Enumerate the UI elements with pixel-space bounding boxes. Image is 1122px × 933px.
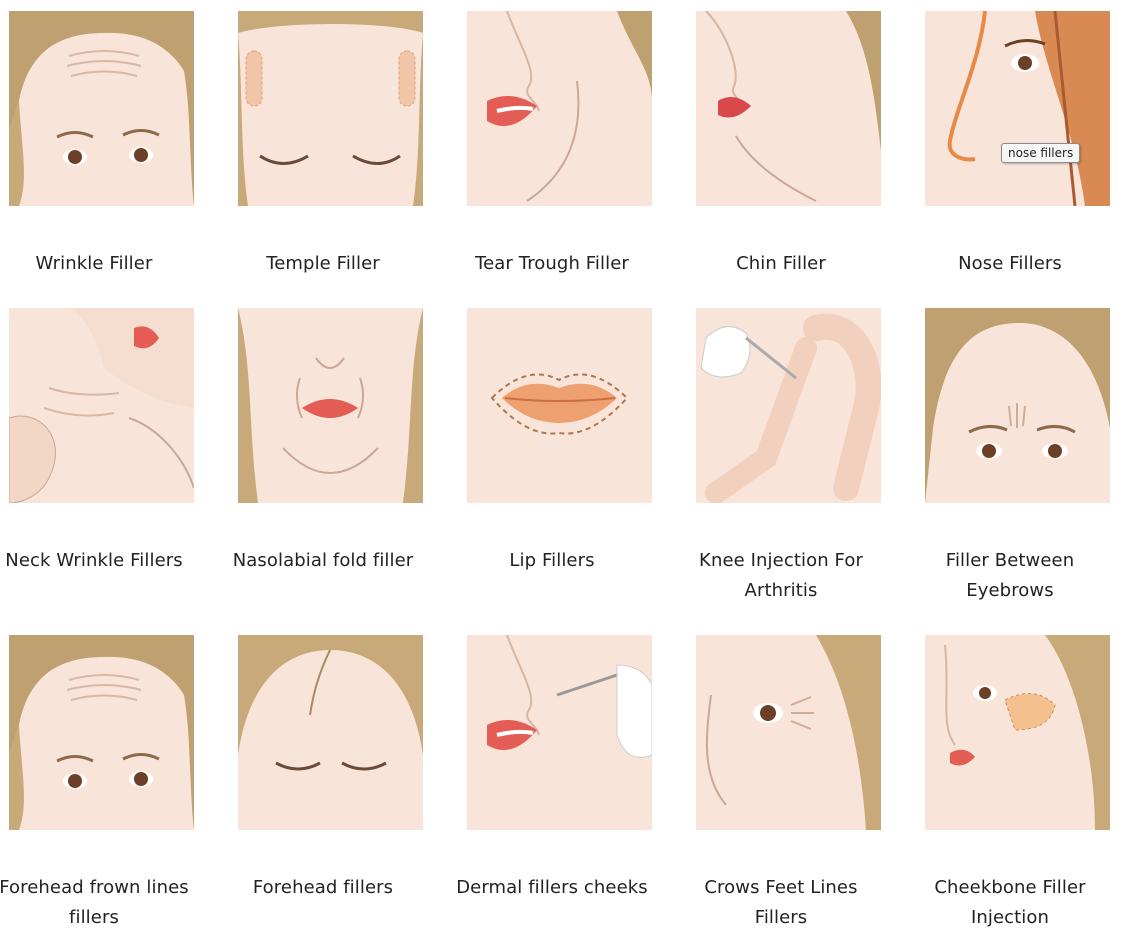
neck-wrinkle-fillers-image[interactable]	[9, 308, 194, 503]
filler-grid: Wrinkle Filler Temple Filler Tear Trough…	[0, 0, 1122, 928]
card-label: Forehead frown lines fillers	[0, 877, 189, 928]
card-label: Neck Wrinkle Fillers	[5, 550, 183, 571]
filler-between-eyebrows-image[interactable]	[925, 308, 1110, 503]
card-label: Dermal fillers cheeks	[456, 877, 648, 898]
tooltip: nose fillers	[1001, 143, 1081, 163]
wrinkle-filler-image[interactable]	[9, 11, 194, 206]
tear-trough-filler-image[interactable]	[467, 11, 652, 206]
temple-filler-image[interactable]	[238, 11, 423, 206]
nasolabial-fold-filler-image[interactable]	[238, 308, 423, 503]
card-label: Tear Trough Filler	[475, 253, 629, 274]
card-label: Temple Filler	[266, 253, 380, 274]
dermal-fillers-cheeks-image[interactable]	[467, 635, 652, 830]
cheekbone-filler-image[interactable]	[925, 635, 1110, 830]
card-label: Crows Feet Lines Fillers	[704, 877, 858, 928]
card-label: Nose Fillers	[958, 253, 1062, 274]
card-label: Wrinkle Filler	[35, 253, 153, 274]
lip-fillers-image[interactable]	[467, 308, 652, 503]
card-label: Knee Injection For Arthritis	[699, 550, 863, 601]
forehead-fillers-image[interactable]	[238, 635, 423, 830]
card-label: Lip Fillers	[509, 550, 595, 571]
card-label: Filler Between Eyebrows	[945, 550, 1075, 601]
card-label: Cheekbone Filler Injection	[934, 877, 1086, 928]
forehead-frown-lines-image[interactable]	[9, 635, 194, 830]
chin-filler-image[interactable]	[696, 11, 881, 206]
nose-fillers-image[interactable]	[925, 11, 1110, 206]
crows-feet-lines-image[interactable]	[696, 635, 881, 830]
knee-injection-image[interactable]	[696, 308, 881, 503]
card-label: Nasolabial fold filler	[232, 550, 414, 571]
card-label: Chin Filler	[736, 253, 826, 274]
card-label: Forehead fillers	[252, 877, 394, 898]
